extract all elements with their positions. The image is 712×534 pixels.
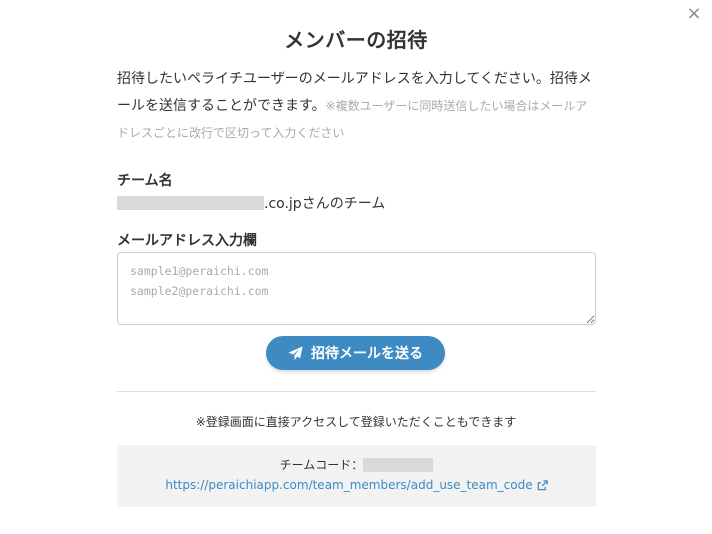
description-block: 招待したいペライチユーザーのメールアドレスを入力してください。招待メールを送信す… bbox=[117, 66, 597, 147]
close-icon[interactable]: × bbox=[684, 4, 704, 24]
invite-member-modal: × メンバーの招待 招待したいペライチユーザーのメールアドレスを入力してください… bbox=[0, 0, 712, 534]
team-code-url: https://peraichiapp.com/team_members/add… bbox=[165, 478, 533, 492]
team-code-panel: チームコード： https://peraichiapp.com/team_mem… bbox=[117, 445, 596, 507]
email-input-label: メールアドレス入力欄 bbox=[117, 233, 257, 249]
team-code-label: チームコード： bbox=[279, 458, 364, 472]
email-textarea[interactable] bbox=[117, 252, 596, 325]
send-invite-button[interactable]: 招待メールを送る bbox=[266, 336, 445, 370]
team-name-label: チーム名 bbox=[117, 173, 173, 189]
external-link-icon bbox=[537, 479, 548, 490]
send-invite-label: 招待メールを送る bbox=[311, 346, 423, 362]
team-name-suffix: .co.jpさんのチーム bbox=[264, 196, 386, 212]
direct-access-note: ※登録画面に直接アクセスして登録いただくこともできます bbox=[195, 415, 517, 429]
redacted-team-code bbox=[363, 457, 434, 472]
team-code-link[interactable]: https://peraichiapp.com/team_members/add… bbox=[117, 478, 596, 492]
paper-plane-icon bbox=[288, 345, 303, 360]
team-name-value: .co.jpさんのチーム bbox=[117, 193, 385, 213]
team-code-row: チームコード： bbox=[117, 456, 596, 473]
modal-title: メンバーの招待 bbox=[284, 28, 428, 52]
divider bbox=[117, 391, 596, 392]
redacted-team-domain bbox=[117, 196, 264, 210]
description-text: 招待したいペライチユーザーのメールアドレスを入力してください。招待メールを送信す… bbox=[117, 66, 597, 147]
